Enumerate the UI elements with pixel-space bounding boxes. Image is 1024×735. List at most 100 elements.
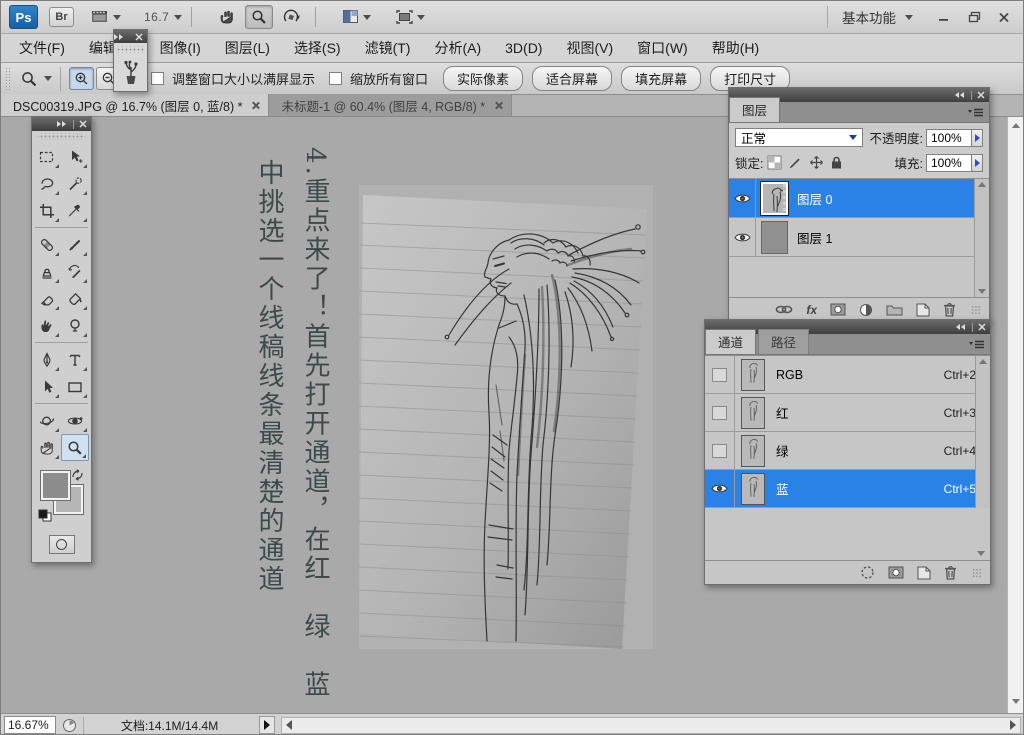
menu-item-8[interactable]: 视图(V) (554, 34, 625, 62)
document-tab-1[interactable]: 未标题-1 @ 60.4% (图层 4, RGB/8) * (269, 94, 512, 116)
channels-scrollbar[interactable] (975, 356, 990, 508)
options-grip[interactable] (5, 67, 11, 91)
link-layers-icon[interactable] (775, 304, 793, 315)
tool-eyedropper[interactable] (61, 197, 89, 224)
layer-row[interactable]: 图层 0 (729, 179, 989, 218)
layer-row[interactable]: 图层 1 (729, 218, 989, 257)
collapse-panel-icon[interactable] (954, 91, 966, 99)
detached-panel-grip[interactable] (117, 46, 144, 53)
scroll-down-icon[interactable] (1012, 699, 1020, 704)
menu-item-4[interactable]: 选择(S) (282, 34, 353, 62)
blend-mode-select[interactable]: 正常 (735, 128, 863, 147)
menu-item-2[interactable]: 图像(I) (148, 34, 213, 62)
collapse-panel-icon[interactable] (56, 120, 68, 128)
layer-visibility-toggle[interactable] (729, 218, 756, 256)
tool-clone-stamp[interactable] (33, 258, 61, 285)
tool-crop[interactable] (33, 197, 61, 224)
option-button-1[interactable]: 适合屏幕 (532, 66, 612, 91)
detached-panel[interactable] (113, 29, 148, 92)
zoom-level-chevron-icon[interactable] (174, 15, 182, 20)
menu-item-6[interactable]: 分析(A) (422, 34, 493, 62)
default-colors-icon[interactable] (38, 509, 52, 522)
channel-visibility-toggle[interactable] (705, 356, 735, 393)
channel-row-绿[interactable]: 绿 Ctrl+4 (705, 432, 990, 470)
scroll-left-icon[interactable] (286, 720, 292, 730)
tab-close-icon[interactable] (494, 101, 503, 110)
tool-rectangular-marquee[interactable] (33, 143, 61, 170)
channel-row-RGB[interactable]: RGB Ctrl+2 (705, 356, 990, 394)
restore-button[interactable] (965, 9, 983, 25)
menu-item-9[interactable]: 窗口(W) (625, 34, 700, 62)
channel-visibility-toggle[interactable] (705, 394, 735, 431)
fill-input[interactable]: 100% (926, 154, 972, 172)
zoom-tool-button[interactable] (245, 5, 273, 29)
close-panel-icon[interactable] (79, 120, 87, 128)
toolbox-grip[interactable] (38, 133, 85, 140)
tab-close-icon[interactable] (251, 101, 260, 110)
menu-item-3[interactable]: 图层(L) (213, 34, 282, 62)
screen-mode-button[interactable] (390, 5, 430, 29)
scroll-down-icon[interactable] (977, 551, 985, 556)
workspace-chevron-icon[interactable] (905, 15, 913, 20)
tool-eraser[interactable] (33, 285, 61, 312)
tool-gradient[interactable] (61, 285, 89, 312)
tool-zoom[interactable] (61, 434, 89, 461)
tool-type[interactable] (61, 346, 89, 373)
launch-bridge-button[interactable]: Br (49, 7, 74, 27)
toolbox-header[interactable] (32, 117, 91, 131)
zoom-all-windows-checkbox[interactable] (329, 72, 342, 85)
layers-scrollbar[interactable] (974, 179, 989, 297)
tool-smudge[interactable] (33, 312, 61, 339)
channel-thumbnail[interactable] (741, 397, 765, 429)
delete-layer-icon[interactable] (943, 302, 956, 317)
tab-paths[interactable]: 路径 (758, 329, 809, 354)
tool-pen[interactable] (33, 346, 61, 373)
rotate-view-button[interactable] (277, 5, 306, 29)
channel-visibility-toggle[interactable] (705, 470, 735, 507)
new-layer-icon[interactable] (916, 303, 930, 317)
menu-item-10[interactable]: 帮助(H) (700, 34, 771, 62)
tool-preset-chevron-icon[interactable] (44, 76, 52, 81)
panel-menu-icon[interactable] (968, 108, 984, 118)
channel-row-蓝[interactable]: 蓝 Ctrl+5 (705, 470, 990, 508)
tool-move[interactable] (61, 143, 89, 170)
new-group-icon[interactable] (886, 303, 903, 316)
lock-position-icon[interactable] (809, 155, 824, 170)
save-selection-as-channel-icon[interactable] (888, 566, 904, 579)
close-panel-icon[interactable] (977, 91, 985, 99)
opacity-input[interactable]: 100% (926, 129, 972, 147)
foreground-color-swatch[interactable] (41, 471, 70, 500)
scroll-right-icon[interactable] (1010, 720, 1016, 730)
minimize-button[interactable] (935, 9, 953, 25)
scroll-up-icon[interactable] (1012, 123, 1020, 128)
menu-item-5[interactable]: 滤镜(T) (353, 34, 423, 62)
delete-channel-icon[interactable] (944, 565, 957, 580)
close-panel-icon[interactable] (978, 323, 986, 331)
tool-path-selection[interactable] (33, 373, 61, 400)
tool-brush[interactable] (61, 231, 89, 258)
load-selection-icon[interactable] (860, 565, 875, 580)
menu-item-7[interactable]: 3D(D) (493, 34, 554, 62)
tool-hand[interactable] (33, 434, 61, 461)
tool-lasso[interactable] (33, 170, 61, 197)
panel-resize-grip[interactable] (971, 305, 981, 315)
add-layer-mask-icon[interactable] (830, 303, 846, 316)
channel-visibility-toggle[interactable] (705, 432, 735, 469)
panel-menu-icon[interactable] (969, 340, 985, 350)
hand-tool-button[interactable] (213, 5, 241, 29)
view-extras-button[interactable] (86, 5, 126, 29)
channel-thumbnail[interactable] (741, 435, 765, 467)
lock-all-icon[interactable] (830, 155, 843, 170)
zoom-level-value[interactable]: 16.7 (144, 10, 169, 24)
tool-history-brush[interactable] (61, 258, 89, 285)
document-size-info[interactable]: 文档:14.1M/14.4M (83, 717, 255, 734)
workspace-switcher[interactable]: 基本功能 (842, 7, 896, 27)
panel-resize-grip[interactable] (972, 568, 982, 578)
channel-thumbnail[interactable] (741, 473, 765, 505)
menu-item-0[interactable]: 文件(F) (7, 34, 77, 62)
lock-pixels-icon[interactable] (788, 155, 803, 170)
tab-channels[interactable]: 通道 (705, 329, 756, 354)
layer-visibility-toggle[interactable] (729, 179, 756, 217)
option-button-2[interactable]: 填充屏幕 (621, 66, 701, 91)
resize-window-checkbox[interactable] (151, 72, 164, 85)
